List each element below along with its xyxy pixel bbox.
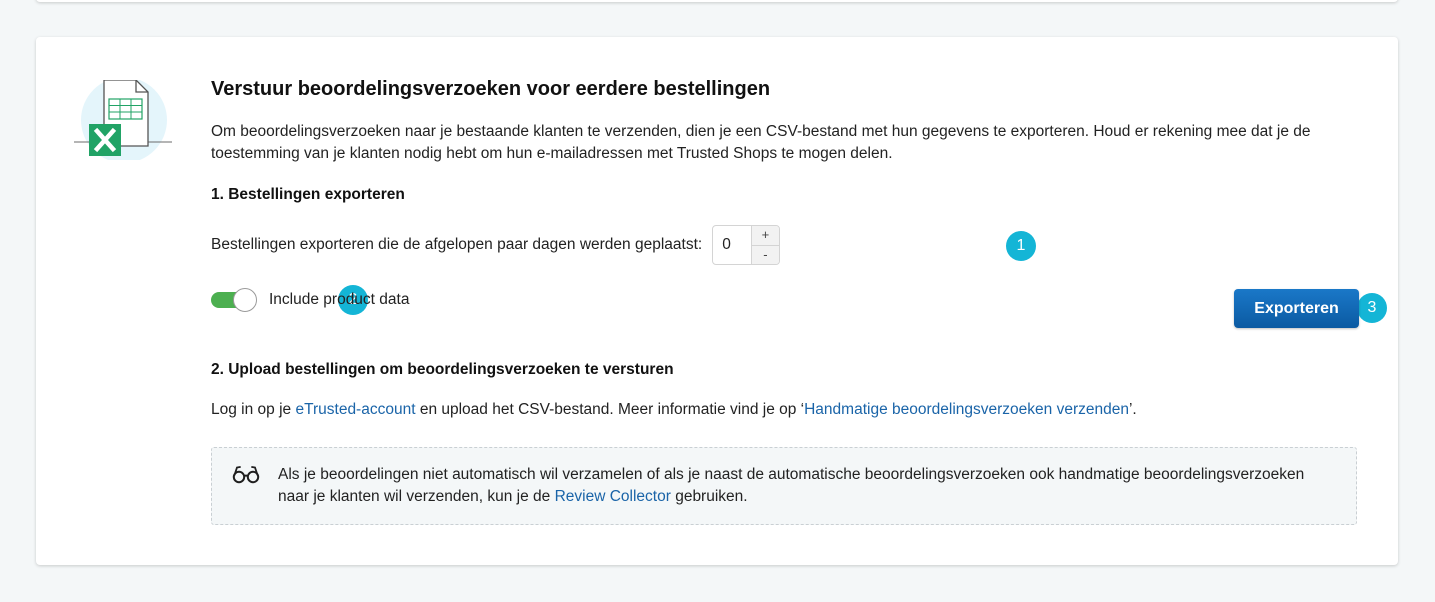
info-text-before: Als je beoordelingen niet automatisch wi… bbox=[278, 466, 1305, 505]
past-orders-card: Verstuur beoordelingsverzoeken voor eerd… bbox=[36, 37, 1398, 565]
days-label: Bestellingen exporteren die de afgelopen… bbox=[211, 236, 703, 253]
glasses-icon bbox=[232, 466, 260, 484]
product-data-toggle[interactable] bbox=[211, 288, 257, 312]
info-box: Als je beoordelingen niet automatisch wi… bbox=[211, 447, 1357, 525]
days-row: Bestellingen exporteren die de afgelopen… bbox=[211, 225, 781, 265]
review-collector-link[interactable]: Review Collector bbox=[555, 488, 671, 505]
info-text: Als je beoordelingen niet automatisch wi… bbox=[278, 464, 1328, 508]
product-data-toggle-row: Include product data bbox=[211, 288, 409, 312]
upload-instructions: Log in op je eTrusted-account en upload … bbox=[211, 401, 1137, 419]
upload-text-after: ’. bbox=[1128, 401, 1137, 418]
csv-file-illustration bbox=[74, 80, 172, 160]
increment-button[interactable]: + bbox=[751, 226, 780, 245]
export-button[interactable]: Exporteren bbox=[1234, 289, 1359, 328]
page-title: Verstuur beoordelingsverzoeken voor eerd… bbox=[211, 78, 771, 100]
stepper-buttons: + - bbox=[750, 226, 780, 264]
etrusted-account-link[interactable]: eTrusted-account bbox=[295, 401, 415, 418]
export-section-title: 1. Bestellingen exporteren bbox=[211, 186, 405, 203]
manual-requests-link[interactable]: Handmatige beoordelingsverzoeken verzend… bbox=[804, 401, 1129, 418]
intro-text: Om beoordelingsverzoeken naar je bestaan… bbox=[211, 123, 1311, 162]
toggle-knob bbox=[233, 288, 257, 312]
upload-text-middle: en upload het CSV-bestand. Meer informat… bbox=[415, 401, 805, 418]
step-badge-3: 3 bbox=[1357, 293, 1387, 323]
toggle-label: Include product data bbox=[269, 291, 410, 308]
upload-section-title: 2. Upload bestellingen om beoordelingsve… bbox=[211, 361, 674, 378]
decrement-button[interactable]: - bbox=[751, 244, 780, 264]
previous-card-edge bbox=[36, 0, 1398, 2]
info-text-after: gebruiken. bbox=[670, 488, 748, 505]
step-badge-1: 1 bbox=[1006, 231, 1036, 261]
days-stepper: 0 + - bbox=[712, 225, 781, 265]
upload-text-before: Log in op je bbox=[211, 401, 296, 418]
days-input[interactable]: 0 bbox=[713, 226, 750, 264]
